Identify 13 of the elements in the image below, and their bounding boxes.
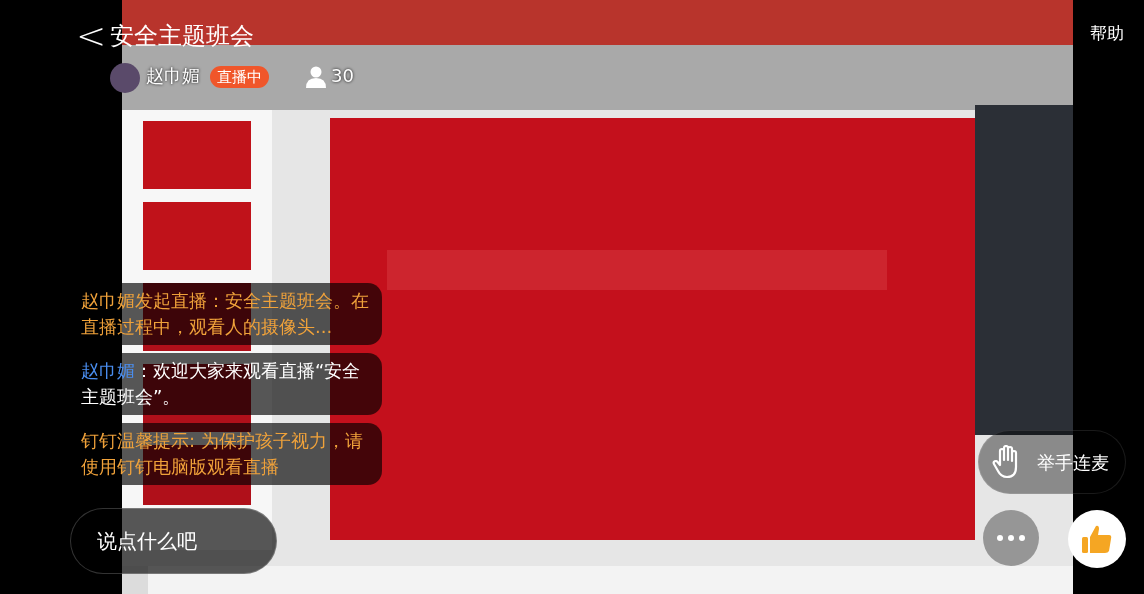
- viewer-icon: [306, 66, 326, 88]
- comment-input[interactable]: 说点什么吧: [70, 508, 277, 574]
- more-icon: [997, 535, 1025, 541]
- more-button[interactable]: [983, 510, 1039, 566]
- avatar: [110, 63, 140, 93]
- help-link[interactable]: 帮助: [1090, 25, 1124, 42]
- raise-hand-button[interactable]: 举手连麦: [978, 430, 1126, 494]
- thumbs-up-icon: [1081, 523, 1113, 555]
- viewer-count: 30: [331, 67, 354, 85]
- back-button[interactable]: <: [76, 18, 107, 54]
- like-button[interactable]: [1068, 510, 1126, 568]
- live-badge: 直播中: [210, 66, 269, 88]
- host-name: 赵巾媚: [146, 67, 200, 85]
